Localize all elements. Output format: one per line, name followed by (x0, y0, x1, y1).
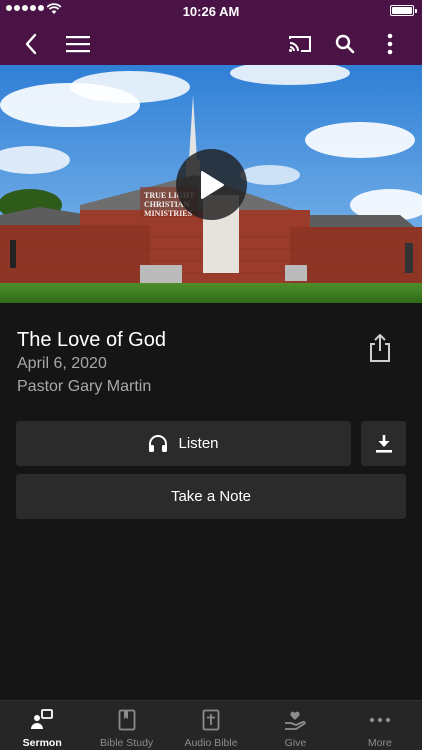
more-horizontal-icon (369, 717, 391, 723)
sermon-title: The Love of God (17, 329, 166, 351)
tab-more[interactable]: More (338, 701, 422, 750)
download-button[interactable] (361, 421, 406, 466)
sign-line-3: MINISTRIES (144, 209, 193, 218)
more-options-button[interactable] (378, 22, 402, 65)
tab-give[interactable]: Give (253, 701, 337, 750)
tab-sermon[interactable]: Sermon (0, 701, 84, 750)
search-icon (335, 34, 355, 53)
menu-icon (66, 35, 90, 52)
back-icon (25, 33, 37, 54)
cast-icon (289, 35, 311, 52)
tab-audio-bible-label: Audio Bible (184, 737, 238, 749)
share-icon (370, 334, 390, 362)
tab-bible-study[interactable]: Bible Study (84, 701, 168, 750)
sermon-icon (31, 709, 54, 729)
menu-button[interactable] (60, 22, 96, 65)
sermon-date: April 6, 2020 (17, 355, 107, 372)
more-vertical-icon (387, 33, 393, 54)
tab-audio-bible[interactable]: Audio Bible (169, 701, 253, 750)
share-button[interactable] (366, 333, 394, 363)
nav-bar (0, 22, 422, 65)
top-bar: 10:26 AM (0, 0, 422, 65)
tab-sermon-label: Sermon (22, 737, 62, 749)
hand-heart-icon (285, 711, 307, 730)
take-note-label: Take a Note (170, 488, 252, 505)
bible-cross-icon (202, 709, 220, 731)
search-button[interactable] (330, 22, 360, 65)
download-icon (375, 434, 392, 453)
listen-label: Listen (178, 435, 219, 452)
cast-button[interactable] (284, 22, 316, 65)
book-icon (118, 709, 136, 731)
tab-give-label: Give (284, 737, 307, 749)
battery-icon (390, 5, 417, 16)
tab-bar: Sermon Bible Study Audio Bible Give More (0, 700, 422, 750)
listen-button[interactable]: Listen (16, 421, 351, 466)
headphones-icon (149, 434, 168, 452)
back-button[interactable] (14, 22, 48, 65)
status-bar: 10:26 AM (0, 0, 422, 22)
sermon-hero-image: TRUE LIGHT CHRISTIAN MINISTRIES (0, 65, 422, 303)
status-time: 10:26 AM (182, 4, 240, 19)
play-icon (200, 170, 224, 199)
play-button[interactable] (176, 149, 247, 220)
sermon-speaker: Pastor Gary Martin (17, 378, 152, 395)
tab-bible-study-label: Bible Study (100, 737, 154, 749)
take-note-button[interactable]: Take a Note (16, 474, 406, 519)
tab-more-label: More (367, 737, 392, 749)
